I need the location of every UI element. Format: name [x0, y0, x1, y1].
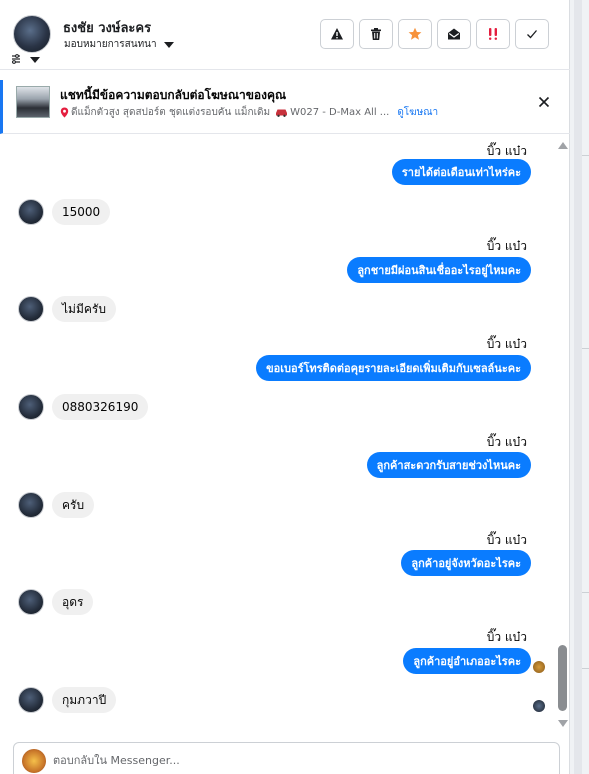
outgoing-message[interactable]: รายได้ต่อเดือนเท่าไหร่คะ — [391, 159, 531, 185]
background-divider — [582, 348, 589, 349]
done-button[interactable] — [515, 19, 549, 49]
scroll-down-arrow-icon[interactable] — [558, 720, 568, 727]
ad-banner-subtitle: ดีแม็กตัวสูง สุดสปอร์ต ชุดแต่งรอบคัน แม็… — [60, 105, 438, 120]
incoming-message-row: กุมภวาปี — [18, 687, 117, 713]
close-icon[interactable] — [537, 95, 551, 109]
message-sender: บิ๊ว แบ๋ว — [486, 630, 527, 644]
background-divider — [582, 668, 589, 669]
contact-name: ธงชัย วงษ์ละคร — [63, 21, 152, 36]
background-scrollbar — [574, 0, 582, 774]
assign-conversation-dropdown[interactable]: มอบหมายการสนทนา — [64, 37, 174, 52]
assign-label: มอบหมายการสนทนา — [64, 39, 157, 50]
conversation-header: ธงชัย วงษ์ละคร มอบหมายการสนทนา — [0, 0, 570, 70]
background-window-edge — [570, 0, 589, 774]
message-sender: บิ๊ว แบ๋ว — [486, 533, 527, 547]
seen-by-avatar — [533, 661, 545, 673]
scroll-up-arrow-icon[interactable] — [558, 142, 568, 149]
scrollbar-thumb[interactable] — [558, 645, 567, 711]
reply-input[interactable] — [53, 754, 533, 767]
location-pin-icon — [60, 107, 69, 118]
star-icon — [408, 27, 422, 40]
incoming-message-row: ไม่มีครับ — [18, 296, 116, 322]
spam-button[interactable] — [320, 19, 354, 49]
conversation-panel: ธงชัย วงษ์ละคร มอบหมายการสนทนา แชทนี้มีข… — [0, 0, 570, 774]
view-ad-link[interactable]: ดูโฆษณา — [397, 105, 438, 120]
message-scrollbar[interactable] — [555, 140, 569, 730]
incoming-message-row: อุดร — [18, 589, 94, 615]
priority-button[interactable] — [476, 19, 510, 49]
incoming-message[interactable]: อุดร — [52, 589, 94, 615]
contact-avatar — [18, 687, 44, 713]
incoming-message[interactable]: 15000 — [52, 199, 111, 225]
ad-code: W027 - D-Max All ... — [290, 107, 390, 118]
ad-description: ดีแม็กตัวสูง สุดสปอร์ต ชุดแต่งรอบคัน แม็… — [71, 107, 271, 118]
incoming-message-row: ครับ — [18, 492, 95, 518]
incoming-message[interactable]: 0880326190 — [52, 394, 149, 420]
outgoing-message[interactable]: ขอเบอร์โทรติดต่อคุยรายละเอียดเพิ่มเติมกั… — [256, 355, 531, 381]
contact-avatar — [18, 296, 44, 322]
warning-icon — [331, 28, 343, 40]
contact-avatar[interactable] — [13, 15, 51, 53]
outgoing-message[interactable]: ลูกชายมีผ่อนสินเชื่ออะไรอยู่ไหมคะ — [347, 257, 531, 283]
outgoing-message[interactable]: ลูกค้าสะดวกรับสายช่วงไหนคะ — [366, 452, 531, 478]
incoming-message[interactable]: ครับ — [52, 492, 95, 518]
message-sender: บิ๊ว แบ๋ว — [486, 337, 527, 351]
follow-up-button[interactable] — [398, 19, 432, 49]
message-sender: บิ๊ว แบ๋ว — [486, 435, 527, 449]
contact-avatar — [18, 492, 44, 518]
message-sender: บิ๊ว แบ๋ว — [486, 239, 527, 253]
background-divider — [582, 155, 589, 156]
filter-settings-icon[interactable] — [11, 53, 41, 65]
reply-composer — [13, 742, 560, 774]
incoming-message-row: 0880326190 — [18, 394, 149, 420]
ad-thumbnail[interactable] — [16, 86, 50, 118]
car-icon — [276, 109, 288, 117]
outgoing-message[interactable]: ลูกค้าอยู่อำเภออะไรคะ — [403, 648, 531, 674]
outgoing-message[interactable]: ลูกค้าอยู่จังหวัดอะไรคะ — [401, 550, 531, 576]
ad-banner-title: แชทนี้มีข้อความตอบกลับต่อโฆษณาของคุณ — [60, 88, 287, 102]
mark-unread-button[interactable] — [437, 19, 471, 49]
contact-avatar — [18, 589, 44, 615]
seen-by-avatar — [533, 700, 545, 712]
incoming-message-row: 15000 — [18, 199, 111, 225]
ad-reply-banner: แชทนี้มีข้อความตอบกลับต่อโฆษณาของคุณ ดีแ… — [0, 80, 570, 134]
incoming-message[interactable]: กุมภวาปี — [52, 687, 117, 713]
conversation-toolbar — [320, 19, 549, 49]
contact-avatar — [18, 394, 44, 420]
envelope-open-icon — [448, 28, 460, 40]
message-thread: บิ๊ว แบ๋ว รายได้ต่อเดือนเท่าไหร่คะ 15000… — [0, 140, 555, 730]
incoming-message[interactable]: ไม่มีครับ — [52, 296, 116, 322]
delete-button[interactable] — [359, 19, 393, 49]
background-divider — [582, 592, 589, 593]
chevron-down-icon — [163, 41, 174, 48]
contact-avatar — [18, 199, 44, 225]
check-icon — [527, 30, 537, 39]
page-avatar — [22, 749, 46, 773]
trash-icon — [371, 28, 381, 40]
exclamation-icon — [489, 28, 497, 40]
